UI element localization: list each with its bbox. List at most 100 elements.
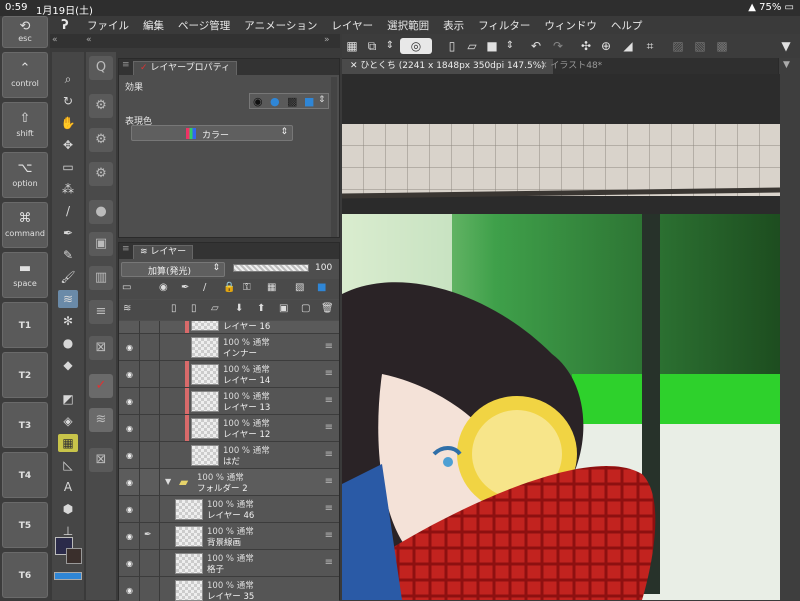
- eraser-icon[interactable]: ◆: [58, 356, 78, 374]
- effect-dropdown-icon[interactable]: ⇕: [318, 95, 326, 105]
- menu-file[interactable]: ファイル: [80, 18, 136, 33]
- layer-menu-icon[interactable]: ≡: [325, 503, 333, 514]
- color-layer-icon[interactable]: ■: [317, 282, 326, 293]
- extract-line-icon[interactable]: ●: [270, 95, 280, 108]
- layer-row[interactable]: レイヤー 16 ≡: [119, 321, 339, 334]
- layer-color-swatch-icon[interactable]: ▭: [122, 282, 131, 293]
- eye-icon[interactable]: ◉: [126, 505, 136, 514]
- chevron-updown-icon[interactable]: ⇕: [502, 38, 518, 54]
- t1-key[interactable]: T1: [2, 302, 48, 348]
- layer-menu-icon[interactable]: ≡: [325, 368, 333, 379]
- pen-layer-icon[interactable]: /: [203, 282, 206, 293]
- layer-row[interactable]: ◉ 100 % 通常 レイヤー 35: [119, 577, 339, 601]
- layer-property-icon[interactable]: ✓: [89, 374, 113, 398]
- chevron-updown-icon[interactable]: ⇕: [382, 38, 398, 54]
- menu-window[interactable]: ウィンドウ: [537, 18, 604, 33]
- layer-menu-icon[interactable]: ≡: [325, 341, 333, 352]
- layer-menu-icon[interactable]: ≡: [325, 321, 333, 325]
- frame-icon[interactable]: ▦: [58, 434, 78, 452]
- sub-tool-detail-icon[interactable]: ⚙: [89, 128, 113, 152]
- new-folder-icon[interactable]: ▱: [211, 303, 219, 314]
- eye-icon[interactable]: ◉: [126, 343, 136, 352]
- history-icon[interactable]: ⊠: [89, 336, 113, 360]
- open-file-icon[interactable]: ▱: [464, 38, 480, 54]
- new-vector-layer-icon[interactable]: ▯: [191, 303, 197, 314]
- navigator-icon[interactable]: ▣: [89, 232, 113, 256]
- tone-icon[interactable]: ▩: [287, 95, 297, 108]
- layer-icon[interactable]: ≋: [89, 408, 113, 432]
- tab-active-document[interactable]: ✕ ひとくち (2241 x 1848px 350dpi 147.5%): [342, 59, 553, 74]
- collapse-icon[interactable]: ▼: [778, 38, 794, 54]
- pencil-icon[interactable]: ✎: [58, 246, 78, 264]
- t4-key[interactable]: T4: [2, 452, 48, 498]
- collapse-left-icon[interactable]: «: [86, 35, 92, 45]
- menu-help[interactable]: ヘルプ: [604, 18, 650, 33]
- trash-icon[interactable]: 🗑: [321, 303, 334, 314]
- mask-add-icon[interactable]: ▣: [279, 303, 288, 314]
- t3-key[interactable]: T3: [2, 402, 48, 448]
- layer-row[interactable]: ◉ 100 % 通常 インナー ≡: [119, 334, 339, 361]
- draft-layer-icon[interactable]: ✒: [181, 282, 189, 293]
- tool-property-icon[interactable]: ⚙: [89, 162, 113, 186]
- auto-action-icon[interactable]: ⊠: [89, 448, 113, 472]
- option-key[interactable]: ⌥ option: [2, 152, 48, 198]
- layer-row[interactable]: ◉ 100 % 通常 レイヤー 46 ≡: [119, 496, 339, 523]
- layer-row[interactable]: ◉ 100 % 通常 格子 ≡: [119, 550, 339, 577]
- tab-other-document[interactable]: ✕ イラスト48*: [532, 59, 610, 74]
- layer-row[interactable]: ◉ 100 % 通常 はだ ≡: [119, 442, 339, 469]
- decoration-icon[interactable]: ✻: [58, 312, 78, 330]
- layer-menu-icon[interactable]: ≡: [325, 449, 333, 460]
- expression-color-select[interactable]: カラー ⇕: [131, 125, 293, 141]
- layer-row[interactable]: ◉ 100 % 通常 レイヤー 13 ≡: [119, 388, 339, 415]
- eye-icon[interactable]: ◉: [126, 397, 136, 406]
- eyedropper-icon[interactable]: /: [58, 202, 78, 220]
- menu-filter[interactable]: フィルター: [471, 18, 537, 33]
- layer-color-icon[interactable]: ■: [304, 95, 314, 108]
- gradient-icon[interactable]: ◩: [58, 390, 78, 408]
- reference-layer-icon[interactable]: ◉: [159, 282, 168, 293]
- layer-menu-icon[interactable]: ≡: [325, 557, 333, 568]
- fill-icon[interactable]: ◈: [58, 412, 78, 430]
- invert-icon[interactable]: ▧: [692, 38, 708, 54]
- transfer-down-icon[interactable]: ⬇: [235, 303, 243, 314]
- layer-row-folder[interactable]: ◉ ▼ ▰ 100 % 通常 フォルダー 2 ≡: [119, 469, 339, 496]
- space-key[interactable]: ▬ space: [2, 252, 48, 298]
- sub-color-swatch[interactable]: [66, 548, 82, 564]
- ruler-icon[interactable]: ◺: [58, 456, 78, 474]
- selection-icon[interactable]: ▭: [58, 158, 78, 176]
- crop-icon[interactable]: ⌗: [642, 38, 658, 54]
- save-icon[interactable]: ■: [484, 38, 500, 54]
- zoom-icon[interactable]: ⌕: [58, 70, 78, 88]
- command-key[interactable]: ⌘ command: [2, 202, 48, 248]
- tab-layer-property[interactable]: ✓ レイヤープロパティ: [133, 61, 238, 75]
- app-icon[interactable]: ◎: [400, 38, 432, 54]
- mask-icon[interactable]: ▧: [295, 282, 304, 293]
- layer-menu-icon[interactable]: ≡: [325, 395, 333, 406]
- rotate-icon[interactable]: ↻: [58, 92, 78, 110]
- blend-mode-select[interactable]: 加算(発光) ⇕: [121, 262, 225, 277]
- folder-expand-icon[interactable]: ▼: [165, 477, 171, 486]
- grid-icon[interactable]: ▦: [344, 38, 360, 54]
- magic-wand-icon[interactable]: ⁂: [58, 180, 78, 198]
- menu-edit[interactable]: 編集: [136, 18, 171, 33]
- collapse-right-icon[interactable]: »: [324, 35, 330, 45]
- undo-icon[interactable]: ↶: [528, 38, 544, 54]
- layer-menu-icon[interactable]: ≡: [325, 422, 333, 433]
- material-icon[interactable]: ▥: [89, 266, 113, 290]
- lock-transparent-icon[interactable]: ⚿: [243, 282, 251, 293]
- control-key[interactable]: ⌃ control: [2, 52, 48, 98]
- text-icon[interactable]: A: [58, 478, 78, 496]
- layer-row[interactable]: ◉ ✒ 100 % 通常 背景線画 ≡: [119, 523, 339, 550]
- redo-icon[interactable]: ↷: [550, 38, 566, 54]
- pen-icon[interactable]: ✒: [58, 224, 78, 242]
- eye-icon[interactable]: ◉: [126, 370, 136, 379]
- app-logo-icon[interactable]: ʔ: [50, 18, 80, 33]
- layer-search-icon[interactable]: ≡: [89, 300, 113, 324]
- opacity-value[interactable]: 100: [315, 263, 332, 273]
- panel-menu-icon[interactable]: ≡: [122, 60, 130, 70]
- clip-icon[interactable]: ▦: [267, 282, 276, 293]
- t6-key[interactable]: T6: [2, 552, 48, 598]
- transform-icon[interactable]: ✣: [578, 38, 594, 54]
- hand-icon[interactable]: ✋: [58, 114, 78, 132]
- opacity-slider[interactable]: [233, 264, 309, 272]
